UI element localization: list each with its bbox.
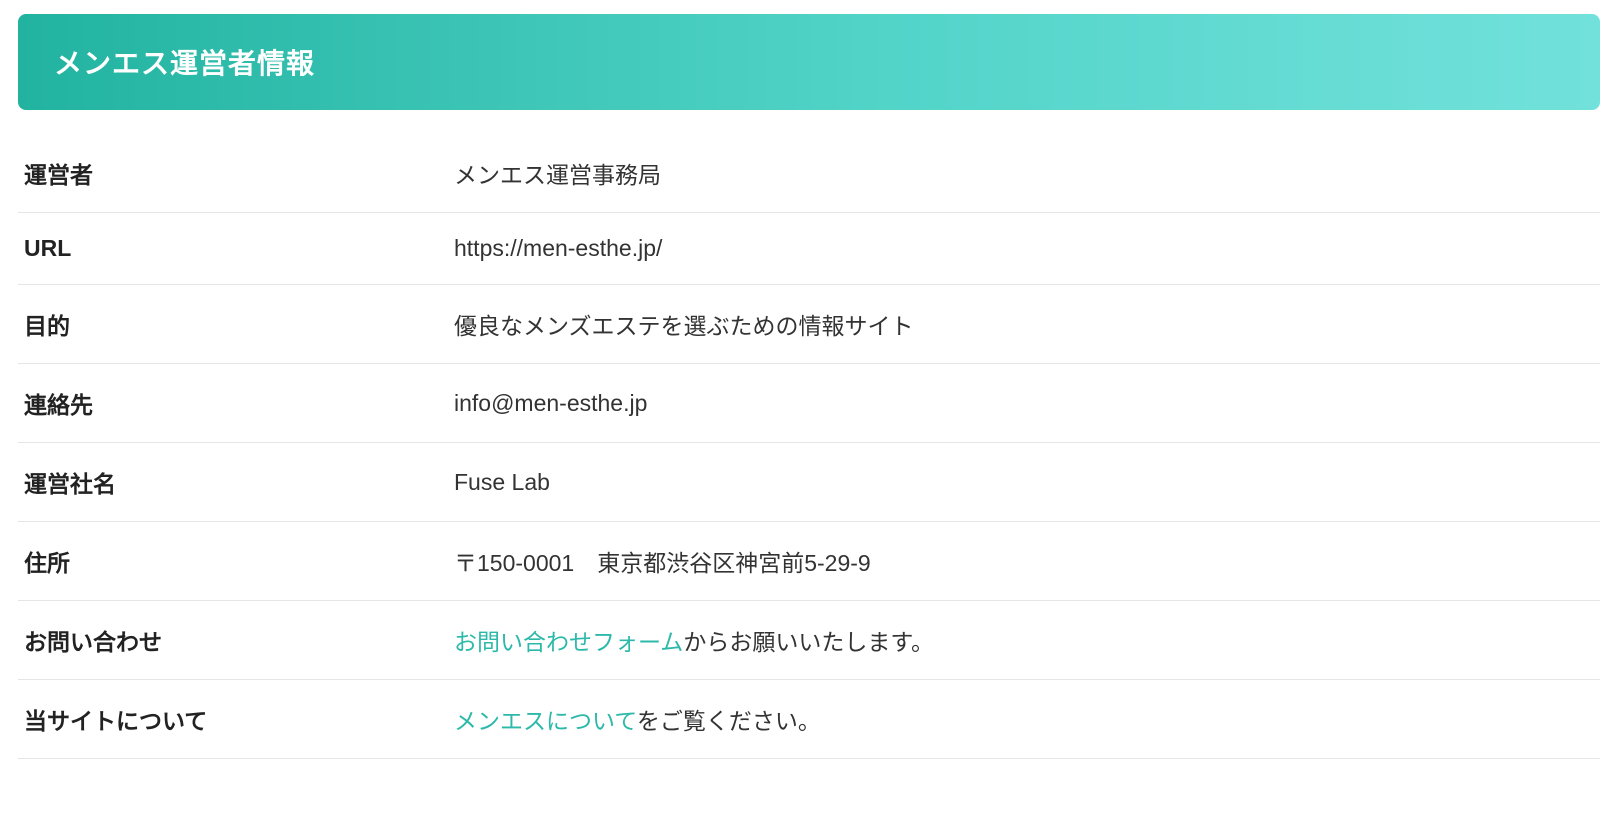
row-value: お問い合わせフォームからお願いいたします。 [448, 601, 1600, 680]
row-value: https://men-esthe.jp/ [448, 213, 1600, 285]
row-label: お問い合わせ [18, 601, 448, 680]
table-row: 運営社名 Fuse Lab [18, 443, 1600, 522]
about-site-link[interactable]: メンエスについて [454, 708, 637, 734]
operator-info-card: メンエス運営者情報 運営者 メンエス運営事務局 URL https://men-… [18, 14, 1600, 759]
table-row: 連絡先 info@men-esthe.jp [18, 364, 1600, 443]
contact-form-link[interactable]: お問い合わせフォーム [454, 629, 683, 655]
row-value: 〒150-0001 東京都渋谷区神宮前5-29-9 [448, 522, 1600, 601]
row-suffix: をご覧ください。 [637, 708, 821, 734]
table-row: お問い合わせ お問い合わせフォームからお願いいたします。 [18, 601, 1600, 680]
row-suffix: からお願いいたします。 [683, 629, 934, 655]
table-row: 当サイトについて メンエスについてをご覧ください。 [18, 680, 1600, 759]
card-header: メンエス運営者情報 [18, 14, 1600, 110]
row-label: 当サイトについて [18, 680, 448, 759]
row-label: 住所 [18, 522, 448, 601]
row-label: 目的 [18, 285, 448, 364]
row-value: メンエス運営事務局 [448, 134, 1600, 213]
row-label: 運営社名 [18, 443, 448, 522]
table-row: 住所 〒150-0001 東京都渋谷区神宮前5-29-9 [18, 522, 1600, 601]
row-label: 連絡先 [18, 364, 448, 443]
table-row: 目的 優良なメンズエステを選ぶための情報サイト [18, 285, 1600, 364]
table-row: URL https://men-esthe.jp/ [18, 213, 1600, 285]
row-value: Fuse Lab [448, 443, 1600, 522]
row-label: URL [18, 213, 448, 285]
card-title: メンエス運営者情報 [54, 48, 315, 79]
row-value: info@men-esthe.jp [448, 364, 1600, 443]
info-table: 運営者 メンエス運営事務局 URL https://men-esthe.jp/ … [18, 134, 1600, 759]
row-value: メンエスについてをご覧ください。 [448, 680, 1600, 759]
row-value: 優良なメンズエステを選ぶための情報サイト [448, 285, 1600, 364]
row-label: 運営者 [18, 134, 448, 213]
table-row: 運営者 メンエス運営事務局 [18, 134, 1600, 213]
